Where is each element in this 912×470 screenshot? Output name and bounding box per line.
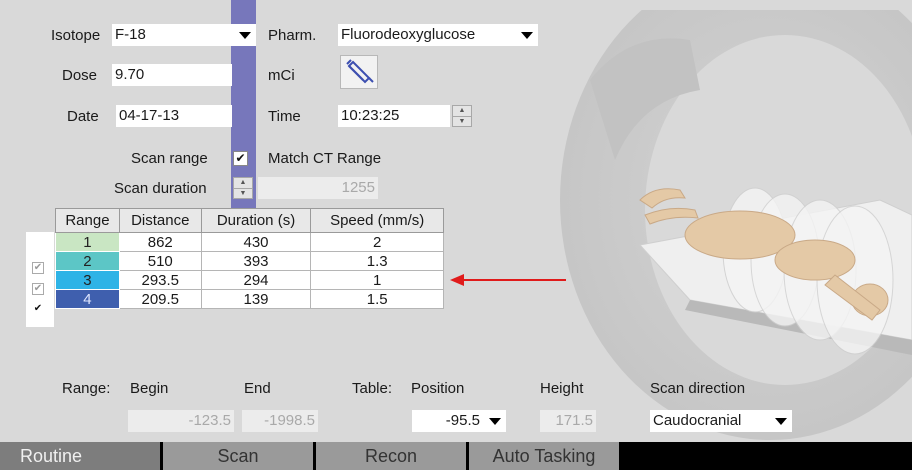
range-swatch: 1	[55, 232, 120, 252]
distance-cell[interactable]: 209.5	[119, 289, 202, 309]
pharm-value: Fluorodeoxyglucose	[341, 26, 476, 43]
range-table: Range Distance Duration (s) Speed (mm/s)…	[55, 208, 444, 309]
end-label: End	[244, 380, 271, 397]
match-ct-label: Match CT Range	[268, 150, 382, 167]
range-swatch: 3	[55, 270, 120, 290]
col-distance: Distance	[118, 208, 202, 233]
tab-auto-tasking[interactable]: Auto Tasking	[469, 442, 619, 470]
duration-cell[interactable]: 139	[201, 289, 312, 309]
speed-cell[interactable]: 1	[310, 270, 444, 290]
spin-up-icon[interactable]: ▲	[453, 106, 471, 117]
dose-unit: mCi	[268, 67, 295, 84]
distance-cell[interactable]: 293.5	[119, 270, 202, 290]
table-row[interactable]: 2 510 393 1.3	[55, 251, 444, 271]
spin-down-icon[interactable]: ▼	[453, 117, 471, 127]
speed-cell[interactable]: 1.3	[310, 251, 444, 271]
dose-input[interactable]: 9.70	[112, 64, 232, 86]
pharm-dropdown[interactable]: Fluorodeoxyglucose	[338, 24, 538, 46]
scan-direction-label: Scan direction	[650, 380, 746, 397]
range-table-header: Range Distance Duration (s) Speed (mm/s)	[55, 208, 444, 233]
row-2-checkbox[interactable]: ✔	[32, 262, 44, 274]
end-value: -1998.5	[264, 412, 315, 429]
row-4-checkbox[interactable]: ✔	[32, 304, 44, 316]
position-value: -95.5	[445, 412, 480, 429]
speed-cell[interactable]: 1.5	[310, 289, 444, 309]
time-input[interactable]: 10:23:25	[338, 105, 450, 127]
scanner-illustration	[560, 10, 912, 440]
isotope-dropdown[interactable]: F-18	[112, 24, 256, 46]
tab-bar: Routine Scan Recon Auto Tasking	[0, 442, 912, 470]
scan-duration-label: Scan duration	[114, 180, 207, 197]
range-swatch: 4	[55, 289, 120, 309]
speed-cell[interactable]: 2	[310, 232, 444, 252]
begin-label: Begin	[130, 380, 169, 397]
syringe-icon	[346, 59, 374, 84]
match-ct-checkbox[interactable]: ✔	[233, 151, 248, 166]
scan-direction-dropdown[interactable]: Caudocranial	[650, 410, 792, 432]
col-speed: Speed (mm/s)	[310, 208, 444, 233]
time-value: 10:23:25	[341, 107, 400, 124]
chevron-down-icon[interactable]	[484, 410, 506, 432]
annotation-arrow	[450, 274, 566, 286]
col-duration: Duration (s)	[200, 208, 312, 233]
spin-down-icon[interactable]: ▼	[234, 189, 252, 199]
position-dropdown[interactable]: -95.5	[412, 410, 506, 432]
position-label: Position	[411, 380, 465, 397]
date-input[interactable]: 04-17-13	[116, 105, 232, 127]
distance-cell[interactable]: 510	[119, 251, 202, 271]
time-spinner[interactable]: ▲ ▼	[452, 105, 472, 127]
range-swatch: 2	[55, 251, 120, 271]
chevron-down-icon[interactable]	[516, 24, 538, 46]
row-3-checkbox[interactable]: ✔	[32, 283, 44, 295]
chevron-down-icon[interactable]	[770, 410, 792, 432]
syringe-button[interactable]	[340, 55, 378, 89]
scan-duration-field: 1255	[258, 177, 378, 199]
table-row[interactable]: 3 293.5 294 1	[55, 270, 444, 290]
height-field: 171.5	[540, 410, 596, 432]
time-label: Time	[268, 108, 301, 125]
pharm-label: Pharm.	[268, 27, 317, 44]
isotope-label: Isotope	[51, 27, 101, 44]
begin-value: -123.5	[188, 412, 231, 429]
tab-recon[interactable]: Recon	[316, 442, 466, 470]
table-row[interactable]: 1 862 430 2	[55, 232, 444, 252]
duration-cell[interactable]: 430	[201, 232, 312, 252]
begin-field: -123.5	[128, 410, 234, 432]
chevron-down-icon[interactable]	[234, 24, 256, 46]
end-field: -1998.5	[242, 410, 318, 432]
date-value: 04-17-13	[119, 107, 180, 124]
scan-range-label: Scan range	[131, 150, 208, 167]
scan-duration-value: 1255	[341, 179, 375, 196]
date-label: Date	[67, 108, 99, 125]
col-range: Range	[55, 208, 120, 233]
table-label: Table:	[352, 380, 393, 397]
range-label: Range:	[62, 380, 111, 397]
scan-duration-spinner[interactable]: ▲ ▼	[233, 177, 253, 199]
duration-cell[interactable]: 393	[201, 251, 312, 271]
distance-cell[interactable]: 862	[119, 232, 202, 252]
dose-value: 9.70	[115, 66, 145, 83]
spin-up-icon[interactable]: ▲	[234, 178, 252, 189]
tab-scan[interactable]: Scan	[163, 442, 313, 470]
height-label: Height	[540, 380, 584, 397]
height-value: 171.5	[555, 412, 593, 429]
tab-routine[interactable]: Routine	[0, 442, 160, 470]
duration-cell[interactable]: 294	[201, 270, 312, 290]
dose-label: Dose	[62, 67, 98, 84]
table-row[interactable]: 4 209.5 139 1.5	[55, 289, 444, 309]
isotope-value: F-18	[115, 26, 146, 43]
scan-direction-value: Caudocranial	[653, 412, 742, 429]
